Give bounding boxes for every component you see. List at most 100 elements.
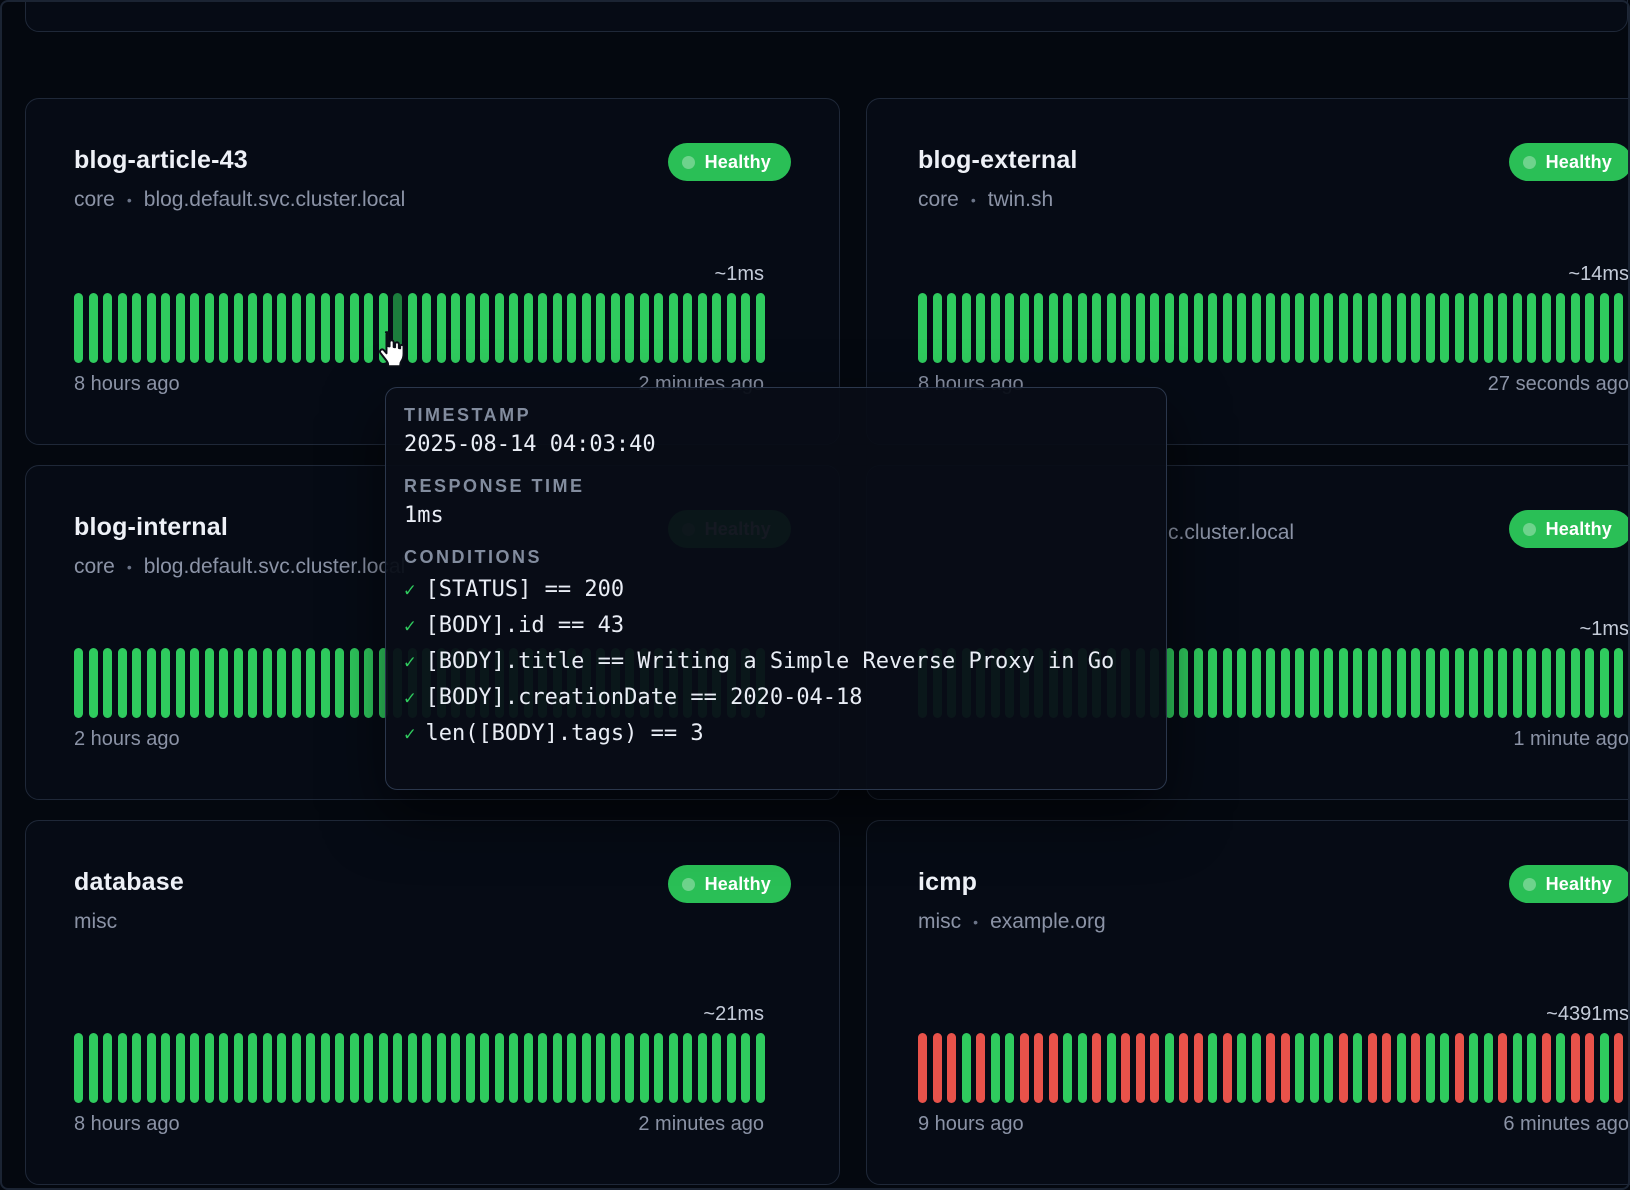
history-bar[interactable] bbox=[1295, 648, 1304, 718]
history-bar[interactable] bbox=[1165, 1033, 1174, 1103]
history-bar[interactable] bbox=[1208, 1033, 1217, 1103]
history-bar[interactable] bbox=[524, 1033, 533, 1103]
history-bar[interactable] bbox=[538, 293, 547, 363]
history-bar[interactable] bbox=[1194, 293, 1203, 363]
history-bar[interactable] bbox=[1542, 1033, 1551, 1103]
history-bar[interactable] bbox=[263, 293, 272, 363]
history-bar[interactable] bbox=[408, 293, 417, 363]
history-bar[interactable] bbox=[1295, 293, 1304, 363]
history-bar[interactable] bbox=[379, 1033, 388, 1103]
history-bar[interactable] bbox=[567, 1033, 576, 1103]
history-bar[interactable] bbox=[1005, 293, 1014, 363]
history-bar[interactable] bbox=[611, 293, 620, 363]
history-bar[interactable] bbox=[1295, 1033, 1304, 1103]
history-bar[interactable] bbox=[1281, 648, 1290, 718]
history-bar[interactable] bbox=[1136, 293, 1145, 363]
history-bar[interactable] bbox=[263, 648, 272, 718]
history-bar[interactable] bbox=[147, 648, 156, 718]
history-bar[interactable] bbox=[132, 1033, 141, 1103]
history-bar[interactable] bbox=[1411, 293, 1420, 363]
history-bar[interactable] bbox=[190, 648, 199, 718]
history-bar[interactable] bbox=[1310, 648, 1319, 718]
history-bar[interactable] bbox=[947, 1033, 956, 1103]
history-bar[interactable] bbox=[132, 648, 141, 718]
history-bars[interactable] bbox=[74, 293, 764, 363]
history-bar[interactable] bbox=[1339, 648, 1348, 718]
history-bar[interactable] bbox=[1223, 648, 1232, 718]
history-bar[interactable] bbox=[1585, 648, 1594, 718]
history-bar[interactable] bbox=[190, 1033, 199, 1103]
history-bar[interactable] bbox=[1426, 293, 1435, 363]
history-bar[interactable] bbox=[1426, 1033, 1435, 1103]
history-bar[interactable] bbox=[1020, 293, 1029, 363]
history-bar[interactable] bbox=[1513, 1033, 1522, 1103]
history-bars[interactable] bbox=[918, 1033, 1629, 1103]
history-bar[interactable] bbox=[1527, 1033, 1536, 1103]
history-bar[interactable] bbox=[1237, 648, 1246, 718]
history-bar[interactable] bbox=[1165, 293, 1174, 363]
history-bar[interactable] bbox=[306, 648, 315, 718]
history-bars[interactable] bbox=[918, 293, 1629, 363]
history-bar[interactable] bbox=[1252, 293, 1261, 363]
history-bar[interactable] bbox=[1237, 1033, 1246, 1103]
history-bar[interactable] bbox=[1208, 648, 1217, 718]
history-bar[interactable] bbox=[1542, 293, 1551, 363]
history-bar[interactable] bbox=[1469, 648, 1478, 718]
history-bar[interactable] bbox=[89, 648, 98, 718]
history-bar[interactable] bbox=[1324, 1033, 1333, 1103]
history-bar[interactable] bbox=[1121, 293, 1130, 363]
history-bar[interactable] bbox=[509, 293, 518, 363]
history-bar[interactable] bbox=[1484, 1033, 1493, 1103]
history-bar[interactable] bbox=[756, 293, 765, 363]
history-bar[interactable] bbox=[1078, 293, 1087, 363]
history-bar[interactable] bbox=[1121, 1033, 1130, 1103]
history-bar[interactable] bbox=[161, 293, 170, 363]
history-bar[interactable] bbox=[1368, 1033, 1377, 1103]
history-bar[interactable] bbox=[335, 1033, 344, 1103]
history-bars[interactable] bbox=[74, 1033, 764, 1103]
history-bar[interactable] bbox=[1440, 293, 1449, 363]
history-bar[interactable] bbox=[1034, 293, 1043, 363]
history-bar[interactable] bbox=[132, 293, 141, 363]
history-bar[interactable] bbox=[1411, 648, 1420, 718]
history-bar[interactable] bbox=[918, 1033, 927, 1103]
history-bar[interactable] bbox=[74, 648, 83, 718]
history-bar[interactable] bbox=[219, 1033, 228, 1103]
history-bar[interactable] bbox=[364, 648, 373, 718]
history-bar[interactable] bbox=[321, 1033, 330, 1103]
history-bar[interactable] bbox=[611, 1033, 620, 1103]
history-bar[interactable] bbox=[1382, 293, 1391, 363]
history-bar[interactable] bbox=[567, 293, 576, 363]
history-bar[interactable] bbox=[1571, 648, 1580, 718]
history-bar[interactable] bbox=[1179, 648, 1188, 718]
history-bar[interactable] bbox=[103, 648, 112, 718]
history-bar[interactable] bbox=[1513, 293, 1522, 363]
history-bar[interactable] bbox=[234, 293, 243, 363]
endpoint-card[interactable]: icmp misc • example.org Healthy ~4391ms … bbox=[866, 820, 1630, 1185]
history-bar[interactable] bbox=[350, 293, 359, 363]
history-bar[interactable] bbox=[1353, 293, 1362, 363]
history-bar[interactable] bbox=[1252, 648, 1261, 718]
history-bar[interactable] bbox=[1063, 293, 1072, 363]
history-bar[interactable] bbox=[1498, 1033, 1507, 1103]
history-bar[interactable] bbox=[1397, 648, 1406, 718]
history-bar[interactable] bbox=[263, 1033, 272, 1103]
history-bar[interactable] bbox=[1440, 648, 1449, 718]
history-bar[interactable] bbox=[683, 1033, 692, 1103]
history-bar[interactable] bbox=[1411, 1033, 1420, 1103]
history-bar[interactable] bbox=[1585, 293, 1594, 363]
history-bar[interactable] bbox=[1034, 1033, 1043, 1103]
history-bar[interactable] bbox=[1600, 1033, 1609, 1103]
history-bar[interactable] bbox=[408, 1033, 417, 1103]
history-bar[interactable] bbox=[1078, 1033, 1087, 1103]
history-bar[interactable] bbox=[933, 293, 942, 363]
history-bar[interactable] bbox=[451, 293, 460, 363]
history-bar[interactable] bbox=[933, 1033, 942, 1103]
history-bar[interactable] bbox=[976, 293, 985, 363]
endpoint-card[interactable]: database misc • Healthy ~21ms 8 hours ag… bbox=[25, 820, 840, 1185]
history-bar[interactable] bbox=[1455, 293, 1464, 363]
history-bar[interactable] bbox=[1556, 1033, 1565, 1103]
history-bar[interactable] bbox=[947, 293, 956, 363]
history-bar[interactable] bbox=[1469, 1033, 1478, 1103]
history-bar[interactable] bbox=[1484, 293, 1493, 363]
